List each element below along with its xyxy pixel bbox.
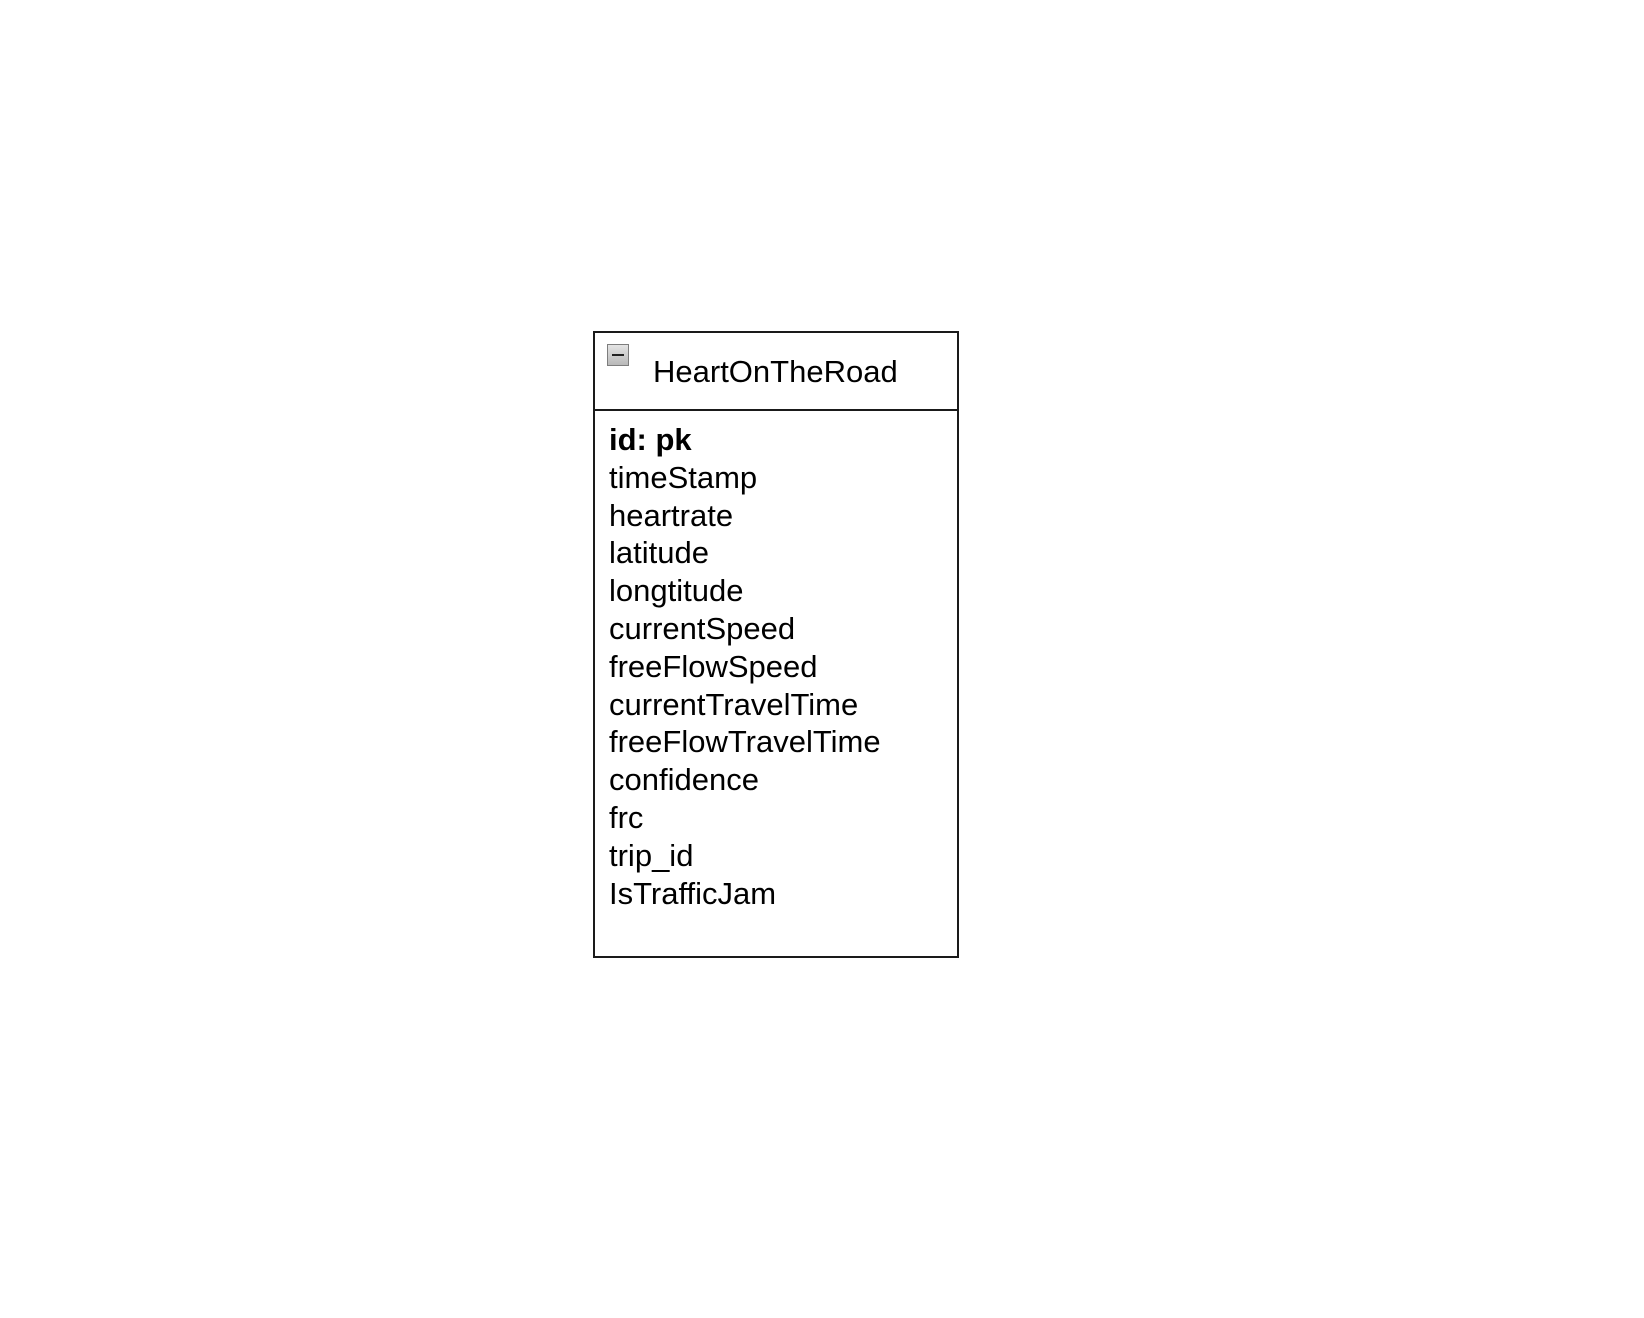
attribute-row: timeStamp — [609, 459, 758, 495]
attribute-row: latitude — [609, 535, 709, 571]
entity-header: HeartOnTheRoad — [595, 333, 957, 411]
entity-box[interactable]: HeartOnTheRoad id: pk timeStamp heartrat… — [593, 331, 959, 958]
attribute-row: heartrate — [609, 497, 734, 533]
attribute-row: currentSpeed — [609, 610, 796, 646]
collapse-minus-icon[interactable] — [607, 344, 629, 366]
attribute-row: freeFlowSpeed — [609, 648, 818, 684]
entity-title: HeartOnTheRoad — [653, 354, 898, 389]
attribute-row: freeFlowTravelTime — [609, 724, 881, 760]
attribute-row: longtitude — [609, 573, 744, 609]
attribute-row: trip_id — [609, 837, 694, 873]
attribute-primary-key: id: pk — [609, 422, 692, 457]
entity-attributes: id: pk timeStamp heartrate latitude long… — [595, 411, 957, 912]
attribute-row: confidence — [609, 762, 759, 798]
attribute-row: IsTrafficJam — [609, 875, 777, 911]
attribute-row: frc — [609, 799, 644, 835]
attribute-row: currentTravelTime — [609, 686, 859, 722]
